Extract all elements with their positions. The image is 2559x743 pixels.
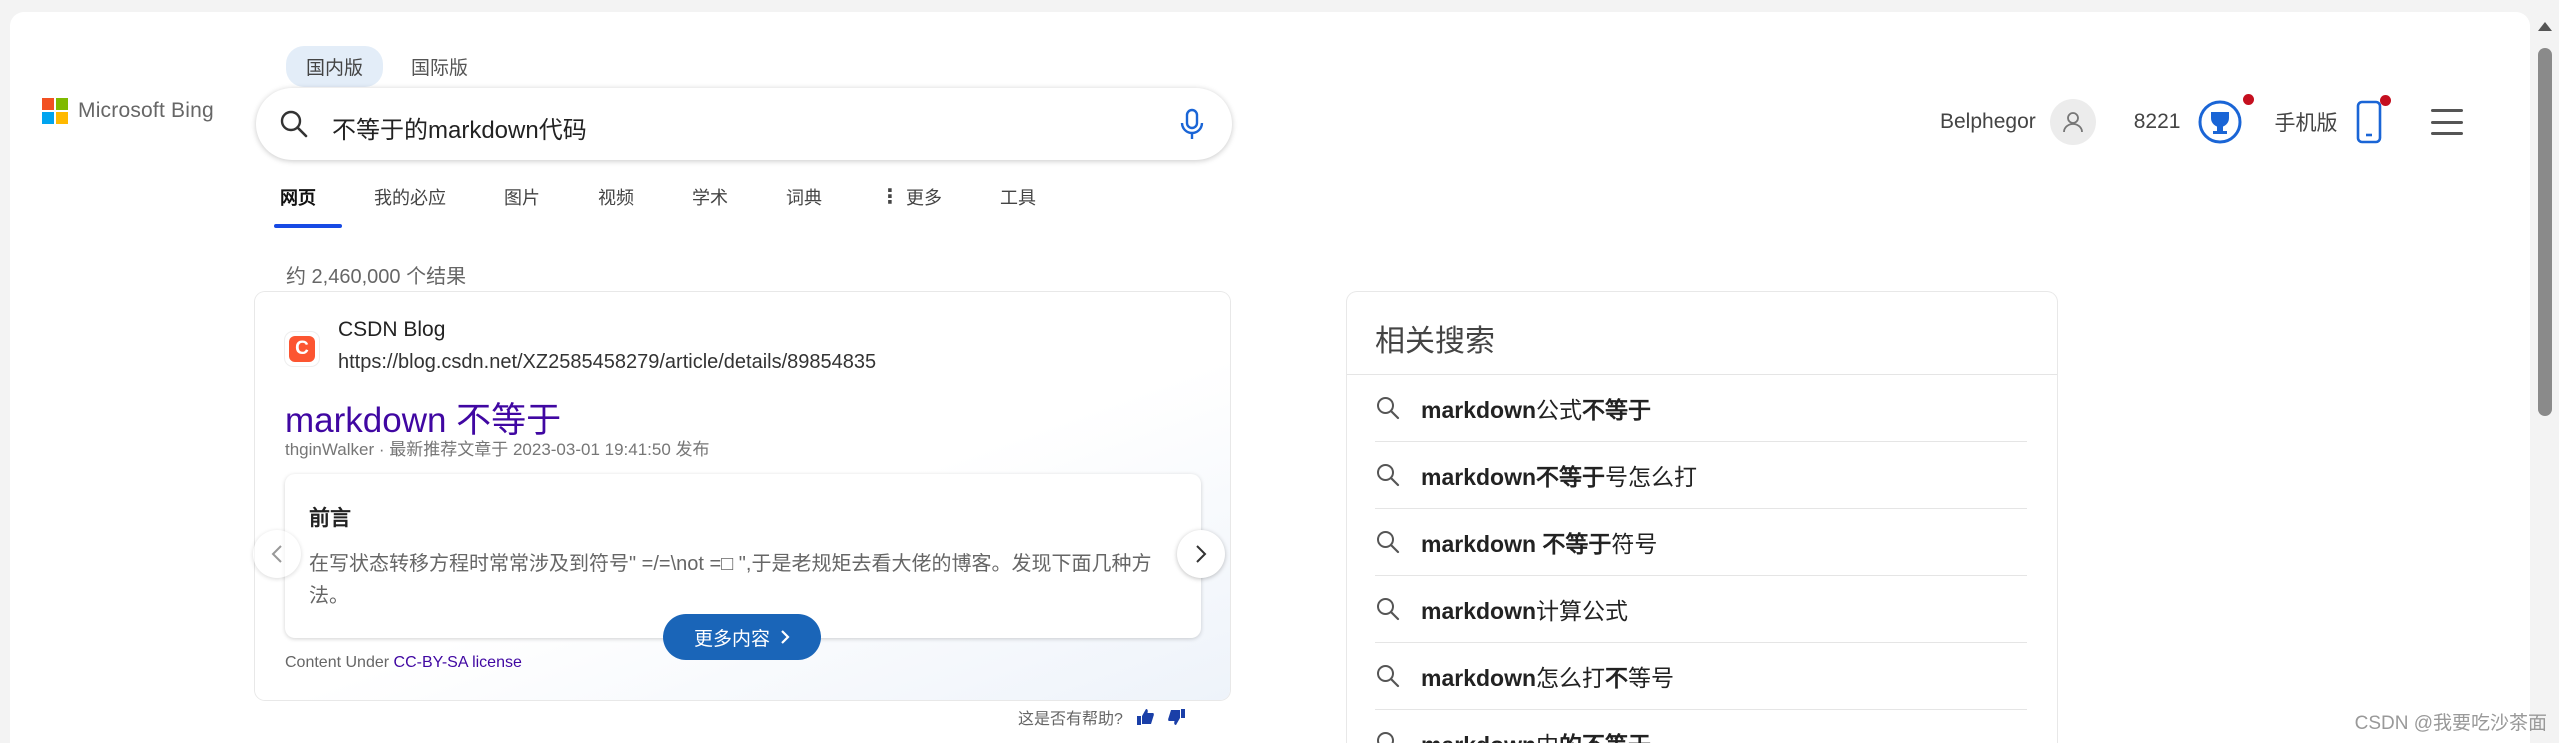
person-icon: [2062, 112, 2083, 133]
related-search-text-part: markdown: [1421, 665, 1537, 691]
chevron-right-icon: [781, 630, 790, 644]
related-searches-list: markdown公式不等于 markdown不等于号怎么打 markdown 不等于…: [1375, 375, 2027, 743]
browser-page: Microsoft Bing 国内版 国际版 不等于的markdown代码 网页…: [10, 12, 2530, 743]
more-content-label: 更多内容: [693, 628, 770, 650]
tab-more-label: 更多: [906, 188, 942, 208]
related-search-text: markdown不等于号怎么打: [1421, 458, 1697, 492]
tab-web[interactable]: 网页: [274, 184, 342, 228]
feedback-row: 这是否有帮助?: [1018, 705, 1187, 729]
chevron-left-icon: [271, 545, 282, 563]
related-search-text-part: markdown: [1421, 732, 1536, 743]
license-note: Content Under CC-BY-SA license: [285, 654, 522, 672]
tab-academic[interactable]: 学术: [692, 184, 728, 228]
tab-tools[interactable]: 工具: [1000, 184, 1036, 228]
tab-videos[interactable]: 视频: [598, 184, 634, 228]
related-search-text-part: 不: [1605, 665, 1629, 691]
logo-text: Microsoft Bing: [78, 99, 214, 122]
related-searches-title: 相关搜索: [1375, 325, 1495, 358]
result-meta: thginWalker · 最新推荐文章于 2023-03-01 19:41:5…: [285, 440, 710, 459]
more-content-button[interactable]: 更多内容: [663, 614, 821, 660]
tab-domestic[interactable]: 国内版: [286, 46, 384, 87]
preview-body: 在写状态转移方程时常常涉及到符号" =/=\not =□ ",于是老规矩去看大佬…: [309, 553, 1152, 607]
license-link[interactable]: CC-BY-SA license: [394, 654, 522, 671]
related-search-text-part: 的不等于: [1559, 732, 1651, 743]
related-search-text-part: markdown 不等于: [1421, 531, 1612, 557]
vertical-scrollbar[interactable]: [2531, 0, 2559, 743]
notification-dot: [2380, 95, 2392, 106]
related-search-text-part: 公式: [1536, 397, 1583, 423]
related-search-text-part: 符号: [1611, 531, 1658, 557]
scroll-up-arrow-icon[interactable]: [2538, 22, 2552, 31]
more-dots-icon: ⋮: [880, 186, 900, 208]
search-box[interactable]: 不等于的markdown代码: [256, 88, 1232, 160]
search-icon[interactable]: [278, 108, 310, 140]
related-search-text-part: markdown: [1421, 397, 1537, 423]
tab-more[interactable]: ⋮ 更多: [880, 184, 942, 228]
microphone-icon[interactable]: [1178, 108, 1206, 142]
related-search-item[interactable]: markdown中的不等于: [1375, 710, 2027, 743]
related-search-item[interactable]: markdown计算公式: [1375, 576, 2027, 643]
result-site-name[interactable]: CSDN Blog: [338, 318, 445, 342]
related-search-item[interactable]: markdown怎么打不等号: [1375, 643, 2027, 710]
hamburger-menu-icon[interactable]: [2431, 109, 2464, 135]
mobile-version-label[interactable]: 手机版: [2274, 107, 2337, 137]
tab-my-bing[interactable]: 我的必应: [374, 184, 446, 228]
related-search-text-part: 号怎么打: [1605, 464, 1698, 490]
scroll-thumb[interactable]: [2538, 48, 2552, 416]
related-search-text-part: 等号: [1628, 665, 1675, 691]
phone-icon[interactable]: [2355, 95, 2392, 145]
search-result-card: C CSDN Blog https://blog.csdn.net/XZ2585…: [253, 292, 1230, 700]
notification-dot: [2243, 94, 2255, 105]
related-search-text-part: 不等于: [1582, 397, 1652, 423]
user-name[interactable]: Belphegor: [1940, 110, 2036, 134]
search-scope-tabs: 网页 我的必应 图片 视频 学术 词典 ⋮ 更多 工具: [274, 184, 1094, 228]
feedback-label: 这是否有帮助?: [1018, 711, 1123, 728]
region-tabs: 国内版 国际版: [286, 46, 488, 87]
result-count: 约 2,460,000 个结果: [286, 266, 467, 288]
license-prefix: Content Under: [285, 654, 394, 671]
bing-logo[interactable]: Microsoft Bing: [42, 98, 214, 124]
microsoft-logo-icon: [42, 98, 68, 124]
thumbs-down-icon[interactable]: [1167, 707, 1187, 727]
related-search-text: markdown 不等于符号: [1421, 525, 1657, 559]
search-input[interactable]: 不等于的markdown代码: [332, 110, 587, 145]
search-icon: [1377, 397, 1400, 420]
related-search-text-part: 怎么打: [1536, 665, 1606, 691]
search-icon: [1377, 665, 1400, 688]
tab-international[interactable]: 国际版: [391, 46, 488, 87]
carousel-prev-button[interactable]: [253, 530, 301, 578]
result-url[interactable]: https://blog.csdn.net/XZ2585458279/artic…: [338, 351, 876, 374]
tab-images[interactable]: 图片: [504, 184, 540, 228]
related-search-item[interactable]: markdown 不等于符号: [1375, 509, 2027, 576]
thumbs-up-icon[interactable]: [1135, 707, 1155, 727]
related-search-text-part: markdown: [1421, 598, 1537, 624]
related-search-text: markdown中的不等于: [1421, 726, 1651, 743]
tab-dictionary[interactable]: 词典: [786, 184, 822, 228]
related-search-text: markdown怎么打不等号: [1421, 659, 1674, 693]
related-search-item[interactable]: markdown公式不等于: [1375, 375, 2027, 442]
related-search-text: markdown计算公式: [1421, 592, 1628, 626]
related-search-text-part: markdown不等于: [1421, 464, 1606, 490]
search-icon: [1377, 598, 1400, 621]
related-search-text-part: 计算公式: [1536, 598, 1629, 624]
search-icon: [1377, 732, 1394, 743]
user-area: Belphegor 8221 手机版: [1940, 94, 2464, 146]
carousel-next-button[interactable]: [1177, 530, 1225, 578]
related-search-item[interactable]: markdown不等于号怎么打: [1375, 442, 2027, 509]
rewards-trophy-icon[interactable]: [2196, 94, 2255, 146]
csdn-site-icon: C: [285, 332, 319, 366]
related-search-text: markdown公式不等于: [1421, 391, 1651, 425]
watermark: CSDN @我要吃沙茶面: [2354, 713, 2547, 734]
avatar[interactable]: [2049, 99, 2096, 145]
related-search-text-part: 中: [1536, 732, 1559, 743]
search-icon: [1377, 464, 1400, 487]
related-searches-panel: 相关搜索 markdown公式不等于 markdown不等于号怎么打 markdow…: [1347, 292, 2057, 743]
chevron-right-icon: [1196, 545, 1207, 563]
rewards-points[interactable]: 8221: [2134, 110, 2181, 134]
search-icon: [1377, 531, 1400, 554]
preview-heading: 前言: [309, 507, 351, 530]
